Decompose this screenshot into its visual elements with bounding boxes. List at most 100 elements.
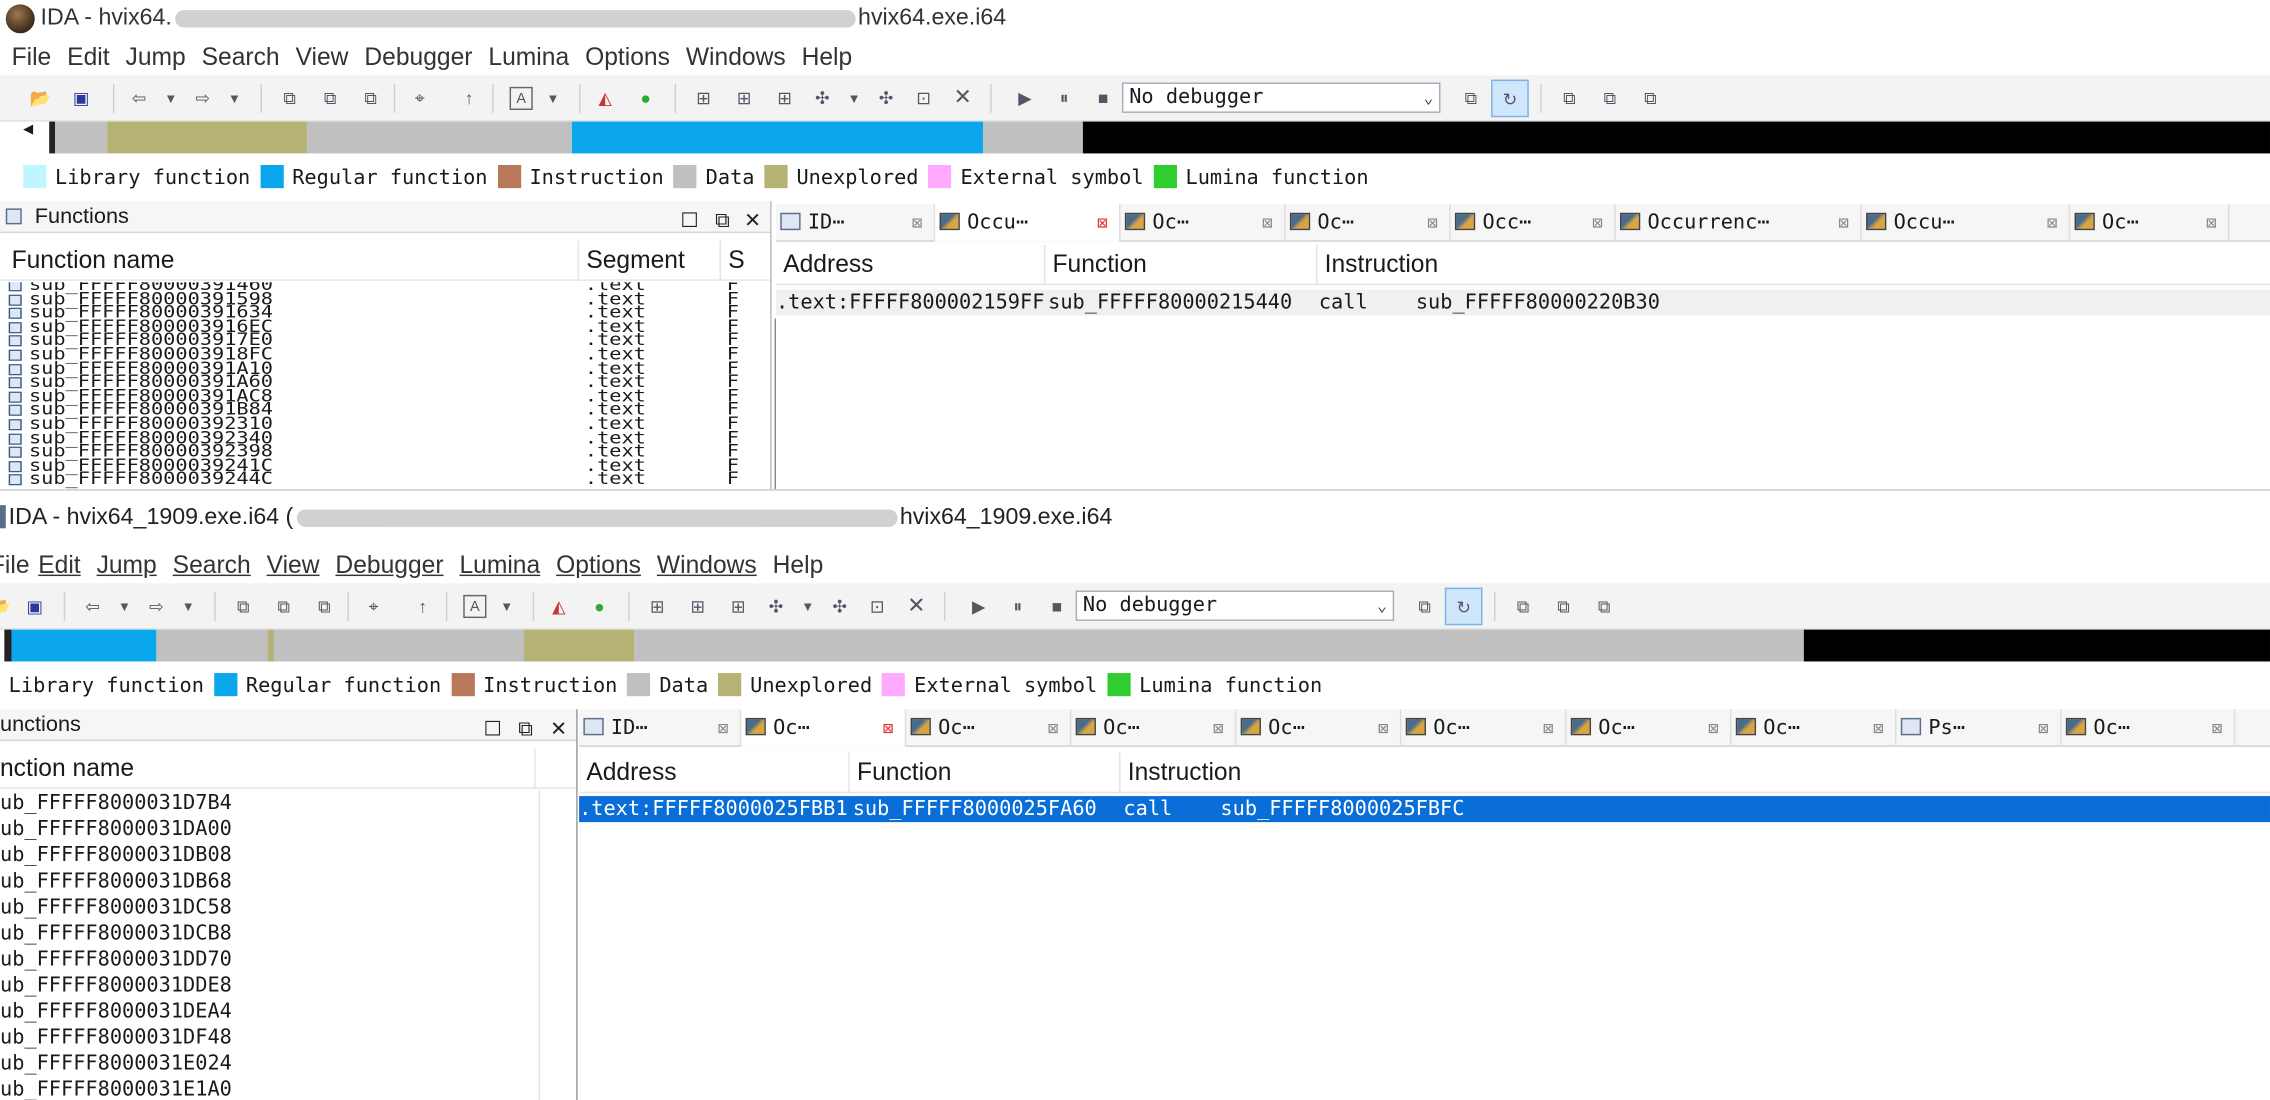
tab-close-icon[interactable]: ⊠	[718, 709, 728, 747]
tool-icon-3[interactable]: ⊞	[727, 595, 750, 618]
pin-icon[interactable]: ⌖	[362, 595, 385, 618]
tool-icon-5[interactable]: ✣	[828, 595, 851, 618]
functions-list[interactable]: ub_FFFFF8000031D7B4 ub_FFFFF8000031DA00 ub…	[0, 790, 539, 1100]
tab-6[interactable]: Oc⋯ ⊠	[1401, 709, 1567, 747]
tab-4[interactable]: Oc⋯ ⊠	[1286, 204, 1451, 242]
col-address[interactable]: Address	[776, 244, 1046, 286]
menu-edit[interactable]: Edit	[38, 547, 80, 585]
stop-icon[interactable]: ■	[1092, 87, 1115, 110]
tab-close-icon[interactable]: ⊠	[1838, 204, 1848, 242]
close-x-icon[interactable]: ✕	[951, 86, 974, 110]
menu-debugger[interactable]: Debugger	[335, 547, 443, 585]
tool-icon-4[interactable]: ✣	[764, 595, 787, 618]
close-panel-icon[interactable]: ✕	[550, 712, 567, 744]
col-function[interactable]: Function	[850, 752, 1121, 794]
col-instruction[interactable]: Instruction	[1121, 753, 2270, 794]
graph-icon[interactable]: ◭	[547, 595, 570, 618]
list-item[interactable]: ub_FFFFF8000031DA00	[0, 816, 232, 842]
tab-close-icon[interactable]: ⊠	[2047, 204, 2057, 242]
list-item[interactable]: ub_FFFFF8000031DC58	[0, 894, 232, 920]
tool-icon-6[interactable]: ⊡	[912, 87, 935, 110]
col-s[interactable]: S	[721, 240, 772, 281]
menu-lumina[interactable]: Lumina	[459, 547, 540, 585]
graph-icon[interactable]: ◭	[594, 87, 617, 110]
tab-5[interactable]: Occ⋯ ⊠	[1451, 204, 1616, 242]
code-icon[interactable]: ⧉	[278, 87, 301, 110]
list-item[interactable]: ub_FFFFF8000031DB08	[0, 842, 232, 868]
col-segment[interactable]: Segment	[579, 240, 721, 281]
list-item[interactable]: ub_FFFFF8000031DB68	[0, 868, 232, 894]
tab-close-icon[interactable]: ⊠	[912, 204, 922, 242]
tab-close-icon[interactable]: ⊠	[1592, 204, 1602, 242]
col-function-name[interactable]: Function name	[4, 240, 580, 281]
menu-jump[interactable]: Jump	[126, 39, 186, 77]
tab-8[interactable]: Oc⋯ ⊠	[2070, 204, 2230, 242]
tab-6[interactable]: Occurrenc⋯ ⊠	[1616, 204, 1862, 242]
restore-icon[interactable]: ⧉	[518, 712, 532, 744]
tool-icon-9[interactable]: ⧉	[1639, 87, 1662, 110]
menu-options[interactable]: Options	[585, 39, 670, 77]
list-item[interactable]: ub_FFFFF8000031E1A0	[0, 1077, 232, 1100]
pause-icon[interactable]: ⏸	[1052, 87, 1075, 110]
tab-close-icon[interactable]: ⊠	[1708, 709, 1718, 747]
refresh-icon[interactable]: ↻	[1444, 587, 1483, 626]
tab-5[interactable]: Oc⋯ ⊠	[1236, 709, 1402, 747]
open-icon[interactable]: 📂	[29, 87, 52, 110]
text-icon[interactable]: A	[463, 594, 487, 619]
menu-file[interactable]: File	[0, 547, 30, 585]
text-dropdown-icon[interactable]: ▼	[495, 595, 518, 618]
tab-close-icon[interactable]: ⊠	[2206, 204, 2216, 242]
tool-icon-2[interactable]: ⊞	[686, 595, 709, 618]
tool-icon-1[interactable]: ⊞	[646, 595, 669, 618]
code-icon[interactable]: ⧉	[232, 595, 255, 618]
debugger-select[interactable]: No debugger ⌄	[1121, 82, 1441, 113]
tool-icon-3[interactable]: ⊞	[773, 87, 796, 110]
menu-edit[interactable]: Edit	[67, 39, 109, 77]
play-icon[interactable]: ▶	[967, 595, 990, 618]
menu-view[interactable]: View	[296, 39, 349, 77]
undefine-icon[interactable]: ⧉	[313, 595, 336, 618]
menu-search[interactable]: Search	[173, 547, 251, 585]
data-icon[interactable]: ⧉	[272, 595, 295, 618]
tool-dropdown-icon[interactable]: ▼	[796, 595, 819, 618]
functions-list[interactable]: sub_FFFFF80000391460 .text Fsub_FFFFF80000…	[0, 282, 772, 489]
pin-icon[interactable]: ⌖	[408, 87, 431, 110]
tab-close-icon[interactable]: ⊠	[1427, 204, 1437, 242]
list-item[interactable]: sub_FFFFF8000039244C .text F	[0, 471, 772, 488]
col-function-name[interactable]: nction name	[0, 748, 536, 789]
tab-close-icon[interactable]: ⊠	[883, 709, 893, 747]
save-icon[interactable]: ▣	[23, 595, 46, 618]
list-item[interactable]: ub_FFFFF8000031DF48	[0, 1025, 232, 1051]
tool-icon-9[interactable]: ⧉	[1592, 595, 1615, 618]
text-icon[interactable]: A	[509, 86, 533, 111]
forward-dropdown-icon[interactable]: ▼	[223, 87, 246, 110]
menu-jump[interactable]: Jump	[97, 547, 157, 585]
restore-icon[interactable]: ⧉	[715, 204, 729, 236]
tab-close-icon[interactable]: ⊠	[1873, 709, 1883, 747]
menu-windows[interactable]: Windows	[657, 547, 757, 585]
tool-icon-7[interactable]: ⧉	[1511, 595, 1534, 618]
back-dropdown-icon[interactable]: ▼	[159, 87, 182, 110]
tab-close-icon[interactable]: ⊠	[2038, 709, 2048, 747]
close-panel-icon[interactable]: ✕	[744, 204, 761, 236]
tool-icon-1[interactable]: ⊞	[692, 87, 715, 110]
tab-close-icon[interactable]: ⊠	[1262, 204, 1272, 242]
tab-close-icon[interactable]: ⊠	[1213, 709, 1223, 747]
menu-windows[interactable]: Windows	[686, 39, 786, 77]
play-icon[interactable]: ▶	[1013, 87, 1036, 110]
tab-10[interactable]: Oc⋯ ⊠	[2062, 709, 2236, 747]
maximize-icon[interactable]: ☐	[680, 204, 698, 236]
tab-9[interactable]: Ps⋯ ⊠	[1896, 709, 2062, 747]
tab-close-icon[interactable]: ⊠	[1378, 709, 1388, 747]
tool-icon-5[interactable]: ✣	[874, 87, 897, 110]
stop-icon[interactable]: ■	[1045, 595, 1068, 618]
menu-help[interactable]: Help	[773, 547, 824, 585]
table-row-selected[interactable]: .text:FFFFF8000025FBB1 sub_FFFFF8000025F…	[579, 796, 2270, 823]
tab-3[interactable]: Oc⋯ ⊠	[906, 709, 1072, 747]
attach-icon[interactable]: ⧉	[1459, 87, 1482, 110]
green-circle-icon[interactable]: ●	[634, 87, 657, 110]
up-arrow-icon[interactable]: ↑	[411, 595, 434, 618]
tool-icon-2[interactable]: ⊞	[733, 87, 756, 110]
forward-icon[interactable]: ⇨	[191, 87, 214, 110]
green-circle-icon[interactable]: ●	[588, 595, 611, 618]
